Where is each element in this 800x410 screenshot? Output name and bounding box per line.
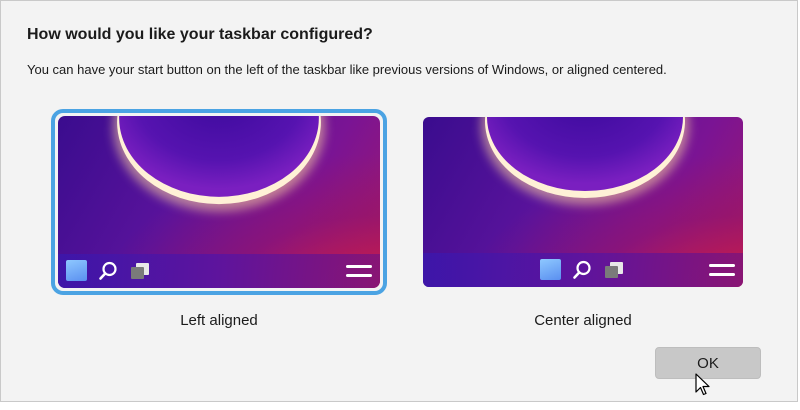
left-aligned-label: Left aligned [180, 312, 258, 329]
dialog-title: How would you like your taskbar configur… [27, 26, 373, 43]
taskbar [58, 254, 380, 288]
taskbar [423, 253, 743, 287]
task-view-icon [129, 261, 149, 281]
search-icon [98, 261, 118, 281]
option-center-aligned[interactable] [415, 109, 751, 295]
taskbar-config-dialog: How would you like your taskbar configur… [0, 0, 798, 402]
start-icon [540, 259, 561, 280]
start-icon [66, 260, 87, 281]
menu-icon [346, 263, 372, 279]
center-aligned-label: Center aligned [534, 312, 632, 329]
center-aligned-preview [423, 117, 743, 287]
mouse-pointer-icon [695, 373, 710, 396]
left-aligned-preview [58, 116, 380, 288]
option-left-aligned[interactable] [51, 109, 387, 295]
dialog-description: You can have your start button on the le… [27, 62, 667, 77]
search-icon [572, 260, 592, 280]
menu-icon [709, 262, 735, 278]
task-view-icon [603, 260, 623, 280]
